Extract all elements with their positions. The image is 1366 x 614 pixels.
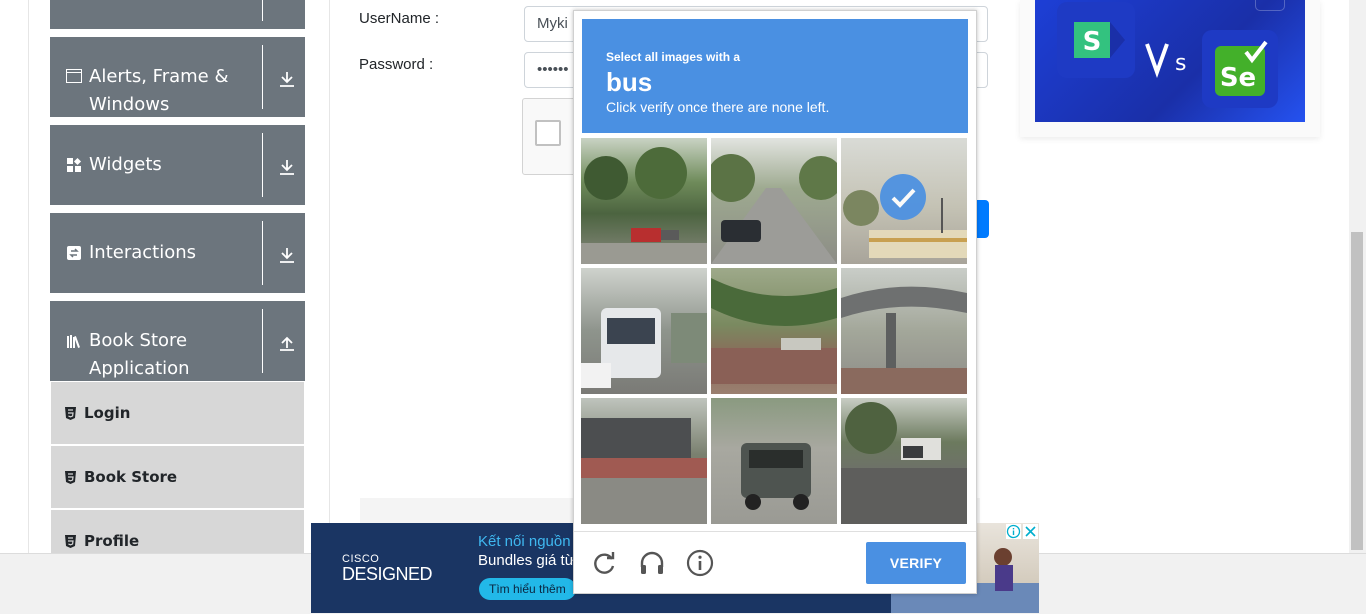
- versus-icon: s: [1145, 43, 1186, 78]
- sidebar-group-label: Book Store: [89, 330, 188, 351]
- verify-button[interactable]: VERIFY: [866, 542, 966, 584]
- sidebar-group-book-store[interactable]: Book Store Application: [50, 301, 305, 381]
- captcha-challenge-dialog: Select all images with a bus Click verif…: [573, 10, 977, 594]
- ad-info-icon[interactable]: [1006, 524, 1021, 539]
- upload-arrow-icon[interactable]: [278, 334, 296, 352]
- html5-icon: [65, 534, 76, 548]
- ad-headline: Kết nối nguồn: [478, 533, 571, 550]
- captcha-tile-7[interactable]: [581, 398, 707, 524]
- group-separator: [262, 0, 263, 21]
- ad-banner-katalon-vs-selenium[interactable]: S s Se: [1035, 0, 1305, 122]
- captcha-instruction: Select all images with a: [606, 50, 741, 64]
- captcha-footer-divider: [574, 531, 976, 532]
- sidebar-item-login[interactable]: Login: [51, 382, 304, 444]
- overpass-image: [841, 286, 967, 394]
- info-icon[interactable]: [686, 549, 714, 577]
- selected-check-icon: [880, 174, 926, 220]
- ad-cta-button[interactable]: Tìm hiểu thêm: [479, 578, 576, 600]
- sidebar-group-forms[interactable]: [50, 0, 305, 29]
- ad-close-icon[interactable]: [1023, 524, 1038, 539]
- captcha-tile-4[interactable]: [581, 268, 707, 394]
- sidebar-item-label: Login: [84, 404, 131, 422]
- sidebar-group-label-2: Application: [89, 358, 190, 379]
- captcha-tile-6[interactable]: [841, 268, 967, 394]
- sidebar-item-profile[interactable]: Profile: [51, 510, 304, 553]
- scrollbar-thumb[interactable]: [1351, 232, 1363, 550]
- svg-text:S: S: [1083, 27, 1102, 57]
- quiet-street-image: [841, 402, 967, 524]
- captcha-tile-9[interactable]: [841, 398, 967, 524]
- truck-wall-image: [581, 418, 707, 524]
- suv-image: [741, 443, 811, 510]
- interactions-icon: [67, 246, 81, 260]
- captcha-keyword: bus: [606, 67, 653, 97]
- svg-text:Se: Se: [1220, 63, 1256, 93]
- window-icon: [66, 69, 82, 83]
- username-label: UserName :: [359, 10, 440, 27]
- palm-wall-image: [711, 278, 837, 384]
- ad-subline: Bundles giá từ: [478, 552, 575, 569]
- widgets-icon: [67, 157, 82, 172]
- captcha-tile-3[interactable]: [841, 138, 967, 264]
- password-label: Password :: [359, 56, 434, 73]
- road-car-image: [711, 154, 837, 264]
- audio-headphones-icon[interactable]: [638, 549, 666, 577]
- books-icon: [67, 335, 80, 348]
- katalon-logo-icon: S: [1074, 22, 1125, 58]
- html5-icon: [65, 470, 76, 484]
- ad-brand-main: DESIGNED: [342, 564, 433, 584]
- sidebar-group-alerts[interactable]: Alerts, Frame & Windows: [50, 37, 305, 117]
- captcha-tile-8[interactable]: [711, 398, 837, 524]
- sidebar-item-label: Profile: [84, 532, 140, 550]
- sidebar-item-label: Book Store: [84, 468, 178, 486]
- download-arrow-icon[interactable]: [278, 70, 296, 88]
- captcha-tile-5[interactable]: [711, 268, 837, 394]
- sidebar-group-label: Widgets: [89, 154, 162, 175]
- sidebar-group-label: Interactions: [89, 242, 197, 263]
- selenium-logo-icon: Se: [1215, 40, 1268, 96]
- captcha-header: Select all images with a bus Click verif…: [582, 19, 968, 133]
- reload-icon[interactable]: [590, 549, 618, 577]
- captcha-subinstruction: Click verify once there are none left.: [606, 99, 830, 115]
- html5-icon: [65, 406, 76, 420]
- city-bus-image: [581, 308, 707, 388]
- sidebar-group-interactions[interactable]: Interactions: [50, 213, 305, 293]
- katalon-logo-tile: S: [1057, 2, 1135, 78]
- sidebar-item-book-store[interactable]: Book Store: [51, 446, 304, 508]
- sidebar-group-label: Alerts, Frame &: [89, 66, 229, 87]
- download-arrow-icon[interactable]: [278, 246, 296, 264]
- svg-text:s: s: [1175, 51, 1186, 76]
- street-cars-image: [581, 147, 707, 264]
- sidebar-group-widgets[interactable]: Widgets: [50, 125, 305, 205]
- recaptcha-checkbox[interactable]: [535, 120, 561, 146]
- captcha-tile-2[interactable]: [711, 138, 837, 264]
- code-icon: [1255, 0, 1285, 11]
- selenium-logo-tile: Se: [1202, 30, 1278, 108]
- sidebar-group-label-2: Windows: [89, 94, 170, 115]
- captcha-tile-1[interactable]: [581, 138, 707, 264]
- download-arrow-icon[interactable]: [278, 158, 296, 176]
